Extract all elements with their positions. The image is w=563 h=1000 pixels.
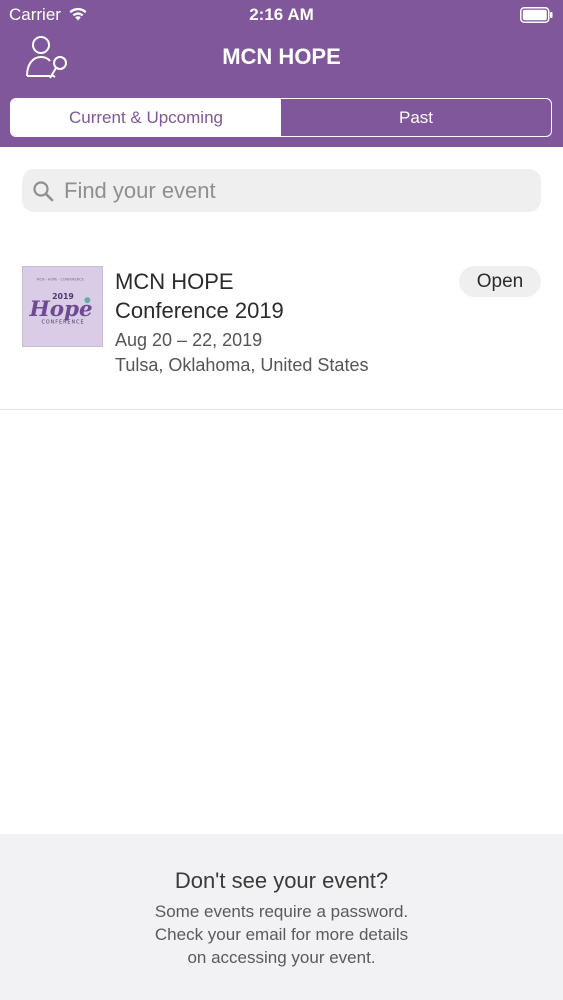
event-location: Tulsa, Oklahoma, United States [115,355,369,375]
footer-message: Some events require a password. Check yo… [0,900,563,969]
battery-icon [520,7,553,23]
event-name: MCN HOPE Conference 2019 [115,267,445,325]
event-dates: Aug 20 – 22, 2019 [115,330,263,350]
footer-line-3: on accessing your event. [187,948,376,967]
footer-line-2: Check your email for more details [154,925,409,944]
tab-current-upcoming[interactable]: Current & Upcoming [11,99,281,136]
help-footer: Don't see your event? Some events requir… [0,834,563,1000]
footer-title: Don't see your event? [174,868,389,893]
status-bar: Carrier 2:16 AM [0,0,563,30]
svg-text:MCN · HOPE · CONFERENCE: MCN · HOPE · CONFERENCE [37,278,84,282]
event-list-item[interactable]: MCN · HOPE · CONFERENCE 2019 Hope CONFER… [0,247,563,410]
search-icon [33,181,54,202]
event-name-line2: Conference 2019 [115,298,284,323]
search-input[interactable] [64,169,524,212]
svg-text:Hope: Hope [28,297,92,322]
footer-line-1: Some events require a password. [154,902,409,921]
tab-past[interactable]: Past [281,99,551,136]
page-title: MCN HOPE [222,44,341,69]
open-button[interactable]: Open [459,266,541,297]
svg-text:CONFERENCE: CONFERENCE [41,320,84,326]
app-header: Carrier 2:16 AM MCN HOPE Current & Upcom… [0,0,563,147]
status-time: 2:16 AM [249,5,314,24]
event-name-line1: MCN HOPE [115,269,234,294]
event-logo: MCN · HOPE · CONFERENCE 2019 Hope CONFER… [22,266,103,347]
event-tabs: Current & Upcoming Past [10,98,552,137]
search-bar [22,169,541,212]
